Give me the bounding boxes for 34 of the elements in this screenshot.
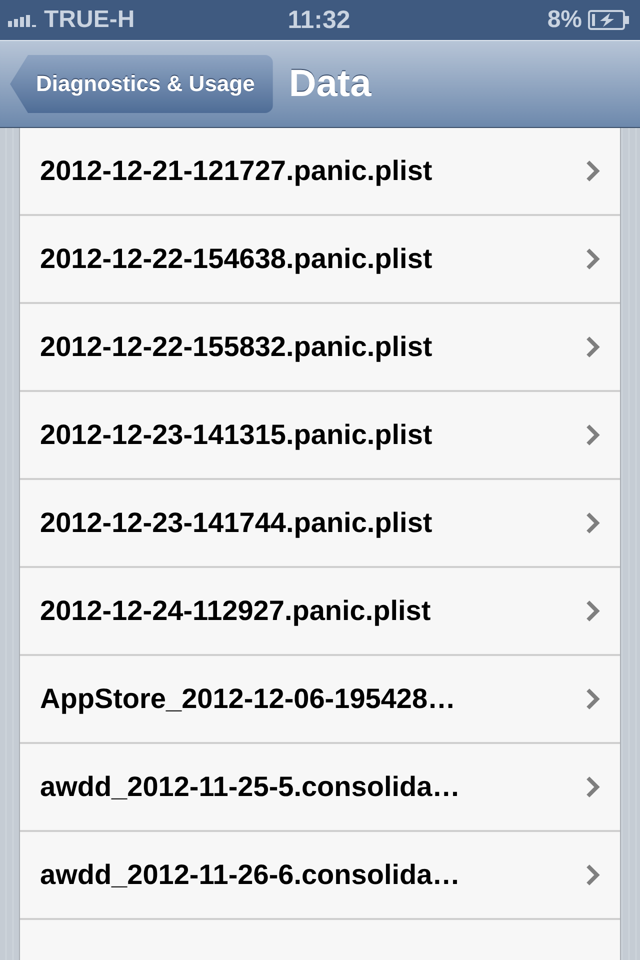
page-title: Data — [288, 62, 372, 106]
back-button[interactable]: Diagnostics & Usage — [10, 55, 273, 113]
battery-percent: 8% — [547, 6, 582, 34]
chevron-icon — [586, 336, 600, 358]
chevron-icon — [586, 864, 600, 886]
signal-icon — [8, 13, 38, 27]
file-name: 2012-12-24-112927.panic.plist — [40, 595, 431, 627]
chevron-icon — [586, 160, 600, 182]
file-name: AppStore_2012-12-06-195428… — [40, 683, 456, 715]
file-row[interactable]: AppStore_2012-12-06-195428… — [20, 656, 620, 744]
chevron-icon — [586, 600, 600, 622]
chevron-icon — [586, 424, 600, 446]
file-name: awdd_2012-11-25-5.consolida… — [40, 771, 460, 803]
chevron-icon — [586, 248, 600, 270]
file-name: awdd_2012-11-26-6.consolida… — [40, 859, 460, 891]
file-row[interactable]: 2012-12-24-112927.panic.plist — [20, 568, 620, 656]
carrier-name: TRUE-H — [44, 6, 135, 34]
battery-charging-icon — [588, 10, 630, 30]
file-name: 2012-12-22-154638.panic.plist — [40, 243, 432, 275]
file-row[interactable]: 2012-12-22-155832.panic.plist — [20, 304, 620, 392]
file-row[interactable]: awdd_2012-11-25-5.consolida… — [20, 744, 620, 832]
file-row[interactable]: 2012-12-23-141315.panic.plist — [20, 392, 620, 480]
chevron-icon — [586, 512, 600, 534]
chevron-icon — [586, 688, 600, 710]
file-name: 2012-12-23-141315.panic.plist — [40, 419, 432, 451]
file-row[interactable]: 2012-12-23-141744.panic.plist — [20, 480, 620, 568]
file-row[interactable]: 2012-12-21-121727.panic.plist — [20, 128, 620, 216]
status-time: 11:32 — [288, 6, 350, 34]
file-name: 2012-12-21-121727.panic.plist — [40, 155, 432, 187]
file-row[interactable]: 2012-12-22-154638.panic.plist — [20, 216, 620, 304]
file-name: 2012-12-23-141744.panic.plist — [40, 507, 432, 539]
file-row[interactable]: awdd_2012-11-26-6.consolida… — [20, 832, 620, 920]
file-name: 2012-12-22-155832.panic.plist — [40, 331, 432, 363]
chevron-icon — [586, 776, 600, 798]
